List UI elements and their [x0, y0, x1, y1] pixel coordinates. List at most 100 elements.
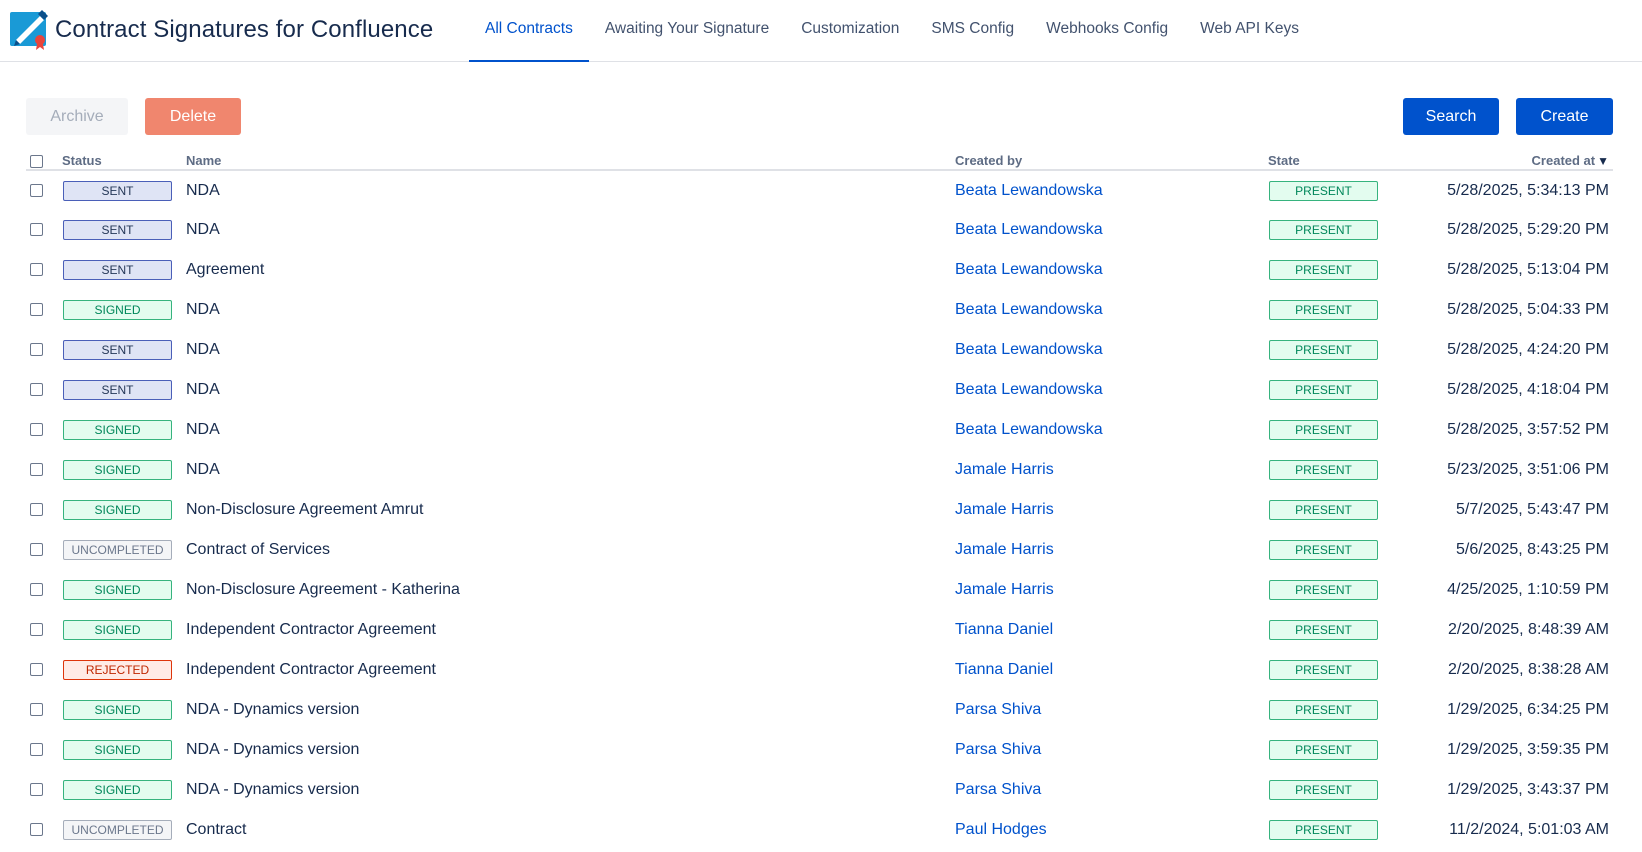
table-row[interactable]: SIGNED Independent Contractor Agreement Ti… [26, 610, 1613, 650]
header-state[interactable]: State [1268, 150, 1418, 171]
created-by-link[interactable]: Jamale Harris [955, 461, 1054, 478]
row-checkbox[interactable] [30, 543, 43, 557]
row-checkbox[interactable] [30, 463, 43, 477]
row-checkbox[interactable] [30, 703, 43, 717]
state-cell: PRESENT [1268, 370, 1418, 410]
status-cell: SIGNED [62, 450, 186, 490]
tab-customization[interactable]: Customization [785, 0, 915, 62]
contract-name[interactable]: NDA - Dynamics version [186, 770, 955, 810]
table-row[interactable]: SIGNED Non-Disclosure Agreement - Katheri… [26, 570, 1613, 610]
created-by-link[interactable]: Beata Lewandowska [955, 182, 1103, 199]
table-row[interactable]: SENT NDA Beata Lewandowska PRESENT 5/28/2025… [26, 170, 1613, 210]
contract-name[interactable]: Agreement [186, 250, 955, 290]
table-row[interactable]: SENT NDA Beata Lewandowska PRESENT 5/28/2025… [26, 330, 1613, 370]
contract-name[interactable]: NDA [186, 290, 955, 330]
created-by-link[interactable]: Jamale Harris [955, 541, 1054, 558]
row-checkbox[interactable] [30, 503, 43, 517]
row-checkbox[interactable] [30, 783, 43, 797]
row-checkbox[interactable] [30, 383, 43, 397]
contract-name[interactable]: Non-Disclosure Agreement Amrut [186, 490, 955, 530]
tab-web-api-keys[interactable]: Web API Keys [1184, 0, 1315, 62]
contract-name[interactable]: NDA [186, 370, 955, 410]
contract-name[interactable]: Contract [186, 810, 955, 850]
created-by-link[interactable]: Parsa Shiva [955, 781, 1041, 798]
created-by-link[interactable]: Tianna Daniel [955, 661, 1053, 678]
table-row[interactable]: SIGNED NDA - Dynamics version Parsa Shiva P… [26, 690, 1613, 730]
row-checkbox[interactable] [30, 343, 43, 357]
contract-name[interactable]: NDA - Dynamics version [186, 730, 955, 770]
contract-name[interactable]: NDA [186, 410, 955, 450]
row-checkbox[interactable] [30, 623, 43, 637]
row-checkbox[interactable] [30, 743, 43, 757]
status-badge: SIGNED [63, 460, 172, 480]
state-cell: PRESENT [1268, 490, 1418, 530]
state-cell: PRESENT [1268, 770, 1418, 810]
search-button[interactable]: Search [1403, 98, 1499, 135]
table-row[interactable]: REJECTED Independent Contractor Agreement… [26, 650, 1613, 690]
status-cell: SENT [62, 330, 186, 370]
table-row[interactable]: SIGNED NDA - Dynamics version Parsa Shiva P… [26, 770, 1613, 810]
table-row[interactable]: SIGNED Non-Disclosure Agreement Amrut Jama… [26, 490, 1613, 530]
contract-name[interactable]: Non-Disclosure Agreement - Katherina [186, 570, 955, 610]
contract-name[interactable]: NDA [186, 170, 955, 210]
row-checkbox[interactable] [30, 423, 43, 437]
created-by-link[interactable]: Beata Lewandowska [955, 421, 1103, 438]
row-select-cell [26, 450, 62, 490]
row-checkbox[interactable] [30, 303, 43, 317]
tab-all-contracts[interactable]: All Contracts [469, 0, 589, 62]
created-by-link[interactable]: Beata Lewandowska [955, 261, 1103, 278]
header-status[interactable]: Status [62, 150, 186, 171]
state-badge: PRESENT [1269, 220, 1378, 240]
row-checkbox[interactable] [30, 223, 43, 237]
row-checkbox[interactable] [30, 823, 43, 837]
table-row[interactable]: SIGNED NDA Jamale Harris PRESENT 5/23/2025, … [26, 450, 1613, 490]
delete-button[interactable]: Delete [145, 98, 241, 135]
create-button[interactable]: Create [1516, 98, 1613, 135]
state-badge: PRESENT [1269, 340, 1378, 360]
tab-sms-config[interactable]: SMS Config [915, 0, 1030, 62]
contract-name[interactable]: NDA [186, 330, 955, 370]
contract-name[interactable]: NDA [186, 450, 955, 490]
table-row[interactable]: SENT NDA Beata Lewandowska PRESENT 5/28/2025… [26, 370, 1613, 410]
created-by-link[interactable]: Jamale Harris [955, 581, 1054, 598]
contract-name[interactable]: Contract of Services [186, 530, 955, 570]
state-cell: PRESENT [1268, 170, 1418, 210]
created-by-link[interactable]: Paul Hodges [955, 821, 1047, 838]
contract-name[interactable]: NDA - Dynamics version [186, 690, 955, 730]
row-checkbox[interactable] [30, 183, 43, 197]
state-badge: PRESENT [1269, 460, 1378, 480]
tab-webhooks-config[interactable]: Webhooks Config [1030, 0, 1184, 62]
created-by-link[interactable]: Parsa Shiva [955, 701, 1041, 718]
contract-name[interactable]: Independent Contractor Agreement [186, 610, 955, 650]
table-row[interactable]: SIGNED NDA Beata Lewandowska PRESENT 5/28/20… [26, 410, 1613, 450]
table-row[interactable]: UNCOMPLETED Contract Paul Hodges PRESENT 11/… [26, 810, 1613, 850]
created-at: 4/25/2025, 1:10:59 PM [1447, 581, 1609, 598]
created-at: 5/28/2025, 4:18:04 PM [1447, 381, 1609, 398]
contract-name[interactable]: NDA [186, 210, 955, 250]
row-checkbox[interactable] [30, 263, 43, 277]
created-by-link[interactable]: Beata Lewandowska [955, 301, 1103, 318]
table-row[interactable]: UNCOMPLETED Contract of Services Jamale Ha… [26, 530, 1613, 570]
state-badge: PRESENT [1269, 380, 1378, 400]
created-by-link[interactable]: Jamale Harris [955, 501, 1054, 518]
archive-button[interactable]: Archive [26, 98, 128, 135]
created-by-link[interactable]: Beata Lewandowska [955, 381, 1103, 398]
table-row[interactable]: SIGNED NDA Beata Lewandowska PRESENT 5/28/20… [26, 290, 1613, 330]
tab-awaiting-your-signature[interactable]: Awaiting Your Signature [589, 0, 785, 62]
header-created-at[interactable]: Created at ▼ [1418, 150, 1613, 171]
contract-name[interactable]: Independent Contractor Agreement [186, 650, 955, 690]
table-row[interactable]: SENT Agreement Beata Lewandowska PRESENT 5/2… [26, 250, 1613, 290]
created-by-link[interactable]: Beata Lewandowska [955, 221, 1103, 238]
created-by-link[interactable]: Tianna Daniel [955, 621, 1053, 638]
header-name[interactable]: Name [186, 150, 955, 171]
created-by-link[interactable]: Beata Lewandowska [955, 341, 1103, 358]
table-row[interactable]: SENT NDA Beata Lewandowska PRESENT 5/28/2025… [26, 210, 1613, 250]
row-checkbox[interactable] [30, 583, 43, 597]
created-by-link[interactable]: Parsa Shiva [955, 741, 1041, 758]
row-checkbox[interactable] [30, 663, 43, 677]
table-row[interactable]: SIGNED NDA - Dynamics version Parsa Shiva P… [26, 730, 1613, 770]
header-created-by[interactable]: Created by [955, 150, 1268, 171]
state-cell: PRESENT [1268, 610, 1418, 650]
row-select-cell [26, 410, 62, 450]
select-all-checkbox[interactable] [30, 155, 43, 168]
